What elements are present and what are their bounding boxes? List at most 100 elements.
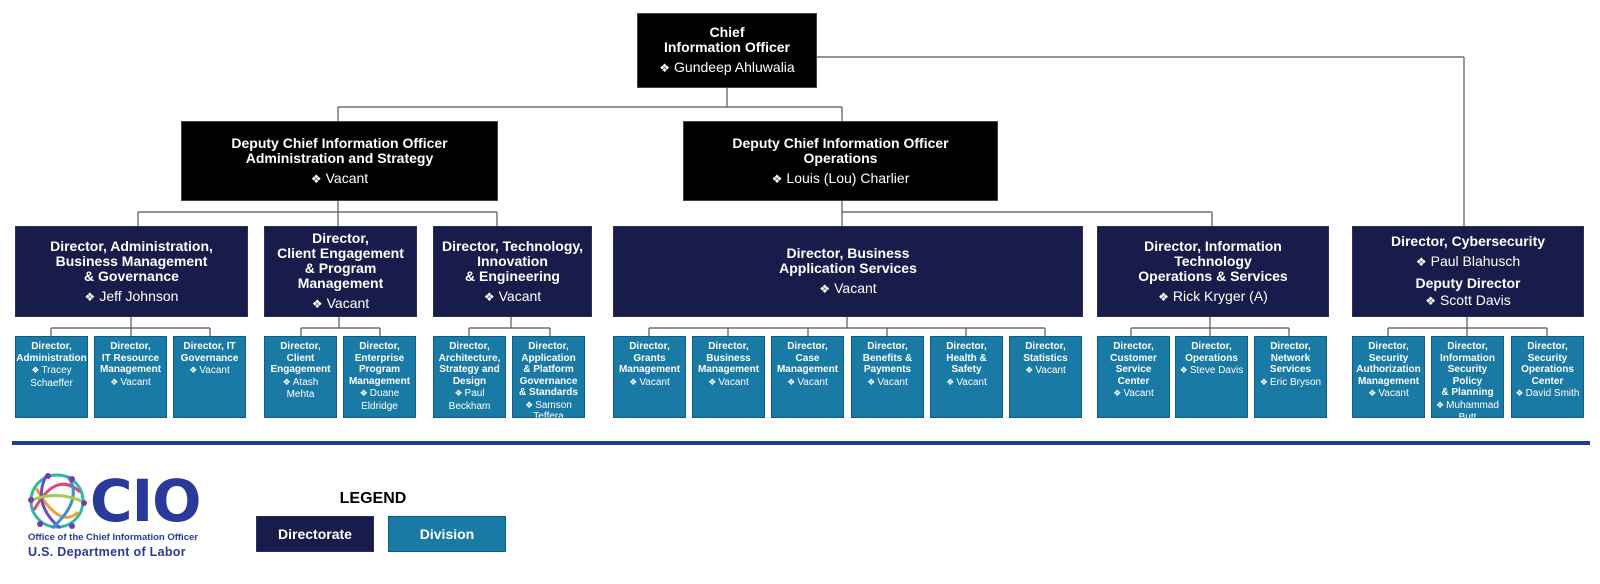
diamond-bullet-icon: ❖ xyxy=(787,376,796,387)
division-box[interactable]: Director, Statistics ❖ Vacant xyxy=(1009,336,1082,418)
division-box[interactable]: Director, Client Engagement ❖ Atash Mehta xyxy=(264,336,337,418)
division-box[interactable]: Director, IT Resource Management ❖ Vacant xyxy=(94,336,167,418)
division-box[interactable]: Director, Case Management ❖ Vacant xyxy=(771,336,844,418)
division-name-line: ❖ Vacant xyxy=(946,377,986,389)
logo-wordmark: CIO xyxy=(90,467,201,535)
division-title-line: Governance xyxy=(180,352,239,364)
division-box[interactable]: Director, Network Services ❖ Eric Bryson xyxy=(1254,336,1327,418)
deputy-title-line1: Deputy Chief Information Officer xyxy=(732,134,949,151)
directorate-name: Jeff Johnson xyxy=(99,287,179,304)
division-title-line: Director, xyxy=(1113,341,1154,352)
division-box[interactable]: Director, Health & Safety ❖ Vacant xyxy=(930,336,1003,418)
diamond-bullet-icon: ❖ xyxy=(659,61,671,75)
division-box[interactable]: Director, Administration ❖ Tracey Schaeffer xyxy=(15,336,88,418)
directorate-box[interactable]: Director, Client Engagement & Program Manag… xyxy=(264,226,417,317)
division-title-line: Statistics xyxy=(1023,352,1068,364)
division-name-line: ❖ Paul xyxy=(454,388,484,400)
diamond-bullet-icon: ❖ xyxy=(1368,388,1377,398)
diamond-bullet-icon: ❖ xyxy=(31,365,40,375)
diamond-bullet-icon: ❖ xyxy=(282,376,291,387)
division-name: Atash xyxy=(292,376,319,388)
division-title-line: Security xyxy=(1368,352,1409,364)
directorate-box[interactable]: Director, Cybersecurity ❖ Paul Blahusch Dep… xyxy=(1352,226,1584,317)
deputy-cio-admin-strategy-box[interactable]: Deputy Chief Information Officer Adminis… xyxy=(181,121,498,201)
division-title-line: Center xyxy=(1531,375,1564,387)
division-box[interactable]: Director, Benefits & Payments ❖ Vacant xyxy=(851,336,924,418)
division-name-line: ❖ Vacant xyxy=(189,365,229,377)
division-title-line: Health & xyxy=(946,352,987,364)
division-title-line: Director, xyxy=(867,341,908,352)
directorate-box[interactable]: Director, Administration, Business Manage… xyxy=(15,226,248,317)
directorate-title-line: Director, Cybersecurity xyxy=(1390,233,1546,249)
division-box[interactable]: Director, Security Authorization Management… xyxy=(1352,336,1425,418)
division-title-line: Safety xyxy=(951,364,982,375)
division-name: Butt xyxy=(1458,412,1477,423)
division-title-line: Center xyxy=(1117,375,1150,387)
division-name: Schaeffer xyxy=(30,377,73,389)
division-title-line: Management xyxy=(776,364,839,375)
division-name-line: Eldridge xyxy=(361,401,398,413)
directorate-title-line: & Engineering xyxy=(465,267,560,284)
division-title-line: Business xyxy=(706,352,751,364)
division-title-line: & Planning xyxy=(1441,387,1494,398)
division-title-line: Strategy and xyxy=(439,364,500,375)
division-box[interactable]: Director, Customer Service Center ❖ Vacant xyxy=(1097,336,1170,418)
division-box[interactable]: Director, Information Security Policy & Pla… xyxy=(1431,336,1504,423)
directorate-title-line: Director, Business xyxy=(786,245,910,261)
division-name: Mehta xyxy=(286,389,315,400)
division-title-line: Network xyxy=(1270,352,1311,364)
division-name-line: ❖ Atash xyxy=(283,377,319,389)
cio-title-line1: Chief xyxy=(709,24,745,40)
division-box[interactable]: Director, Architecture, Strategy and Design… xyxy=(433,336,506,418)
division-box[interactable]: Director, Enterprise Program Management ❖ Dua… xyxy=(343,336,416,418)
division-title-line: Application xyxy=(521,352,576,364)
division-box[interactable]: Director, Business Management ❖ Vacant xyxy=(692,336,765,418)
directorate-name: Rick Kryger (A) xyxy=(1172,287,1268,304)
division-name-line: ❖ Tracey xyxy=(31,365,71,377)
division-title-line: Architecture, xyxy=(438,352,501,364)
directorate-box[interactable]: Director, Technology, Innovation & Enginee… xyxy=(433,226,592,317)
division-title-line: IT Resource xyxy=(101,352,160,364)
division-name-line: ❖ Vacant xyxy=(1025,365,1065,377)
division-title-line: Operations xyxy=(1185,352,1238,364)
division-name-line: ❖ David Smith xyxy=(1516,388,1580,400)
division-title-line: Director, xyxy=(1191,341,1232,352)
division-name-line: Butt xyxy=(1459,412,1477,424)
division-name-line: Mehta xyxy=(287,389,315,401)
division-box[interactable]: Director, IT Governance ❖ Vacant xyxy=(173,336,246,418)
division-title-line: Management xyxy=(618,364,681,375)
directorate-title-line: & Program xyxy=(304,260,377,276)
division-title-line: Grants xyxy=(633,352,666,364)
cio-box[interactable]: Chief Information Officer ❖ Gundeep Ahluw… xyxy=(637,13,817,88)
directorate-title-line: Director, xyxy=(312,230,369,246)
diamond-bullet-icon: ❖ xyxy=(525,399,534,410)
diamond-bullet-icon: ❖ xyxy=(867,376,876,387)
diamond-bullet-icon: ❖ xyxy=(1436,399,1445,410)
directorate-title-line: & Governance xyxy=(84,267,179,284)
legend-directorate: Directorate xyxy=(256,516,374,552)
deputy-director-name: Scott Davis xyxy=(1439,292,1511,308)
division-title-line: Management xyxy=(99,364,162,375)
directorate-box[interactable]: Director, Information Technology Operation… xyxy=(1097,226,1329,317)
division-title-line: Security Policy xyxy=(1447,364,1488,387)
division-box[interactable]: Director, Grants Management ❖ Vacant xyxy=(613,336,686,418)
division-title-line: Director, xyxy=(528,341,569,352)
deputy-name-row: ❖ Vacant xyxy=(311,170,368,187)
deputy-cio-operations-box[interactable]: Deputy Chief Information Officer Operati… xyxy=(683,121,998,201)
directorate-box[interactable]: Director, Business Application Services ❖ V… xyxy=(613,226,1083,317)
division-box[interactable]: Director, Security Operations Center ❖ David … xyxy=(1511,336,1584,418)
division-title-line: Authorization xyxy=(1356,364,1421,375)
division-name: Samson Teffera xyxy=(533,399,572,423)
directorate-title-line: Innovation xyxy=(477,252,548,269)
diamond-bullet-icon: ❖ xyxy=(771,171,783,186)
directorate-title-line: Operations & Services xyxy=(1138,267,1288,284)
division-box[interactable]: Director, Application & Platform Governance… xyxy=(512,336,585,422)
division-name-line: ❖ Steve Davis xyxy=(1180,365,1243,377)
diamond-bullet-icon: ❖ xyxy=(1415,255,1427,269)
logo-department: U.S. Department of Labor xyxy=(28,545,186,559)
directorate-title-line: Director, Information xyxy=(1144,237,1282,254)
deputy-director-name-row: ❖ Scott Davis xyxy=(1425,292,1511,309)
division-title-line: Director, xyxy=(1270,341,1311,352)
division-box[interactable]: Director, Operations ❖ Steve Davis xyxy=(1175,336,1248,418)
division-title-line: Director, xyxy=(1527,341,1568,352)
